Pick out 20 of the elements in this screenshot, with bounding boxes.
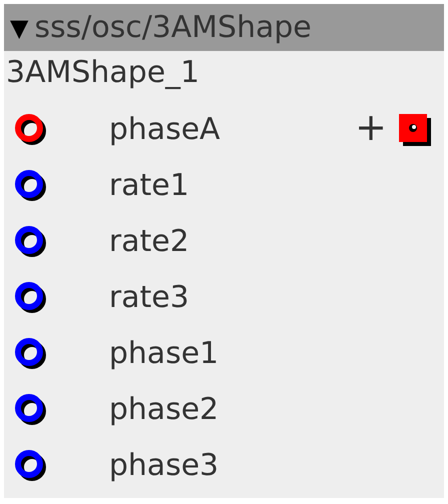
port-icon[interactable] — [13, 280, 49, 314]
input-label: rate2 — [109, 224, 190, 258]
port-icon[interactable] — [13, 168, 49, 202]
node-header[interactable]: ▼ sss/osc/3AMShape — [4, 4, 444, 51]
node-path: sss/osc/3AMShape — [34, 10, 312, 45]
port-icon[interactable] — [13, 392, 49, 426]
node-title: 3AMShape_1 — [5, 54, 201, 92]
add-button[interactable]: + — [355, 105, 387, 149]
input-label: rate1 — [109, 168, 190, 202]
input-label: phaseA — [109, 112, 220, 146]
port-icon[interactable] — [13, 336, 49, 370]
modulation-icon[interactable] — [398, 113, 432, 147]
collapse-arrow[interactable]: ▼ — [10, 14, 28, 42]
input-label: phase2 — [109, 392, 219, 426]
input-label: rate3 — [109, 280, 190, 314]
input-label: phase1 — [109, 336, 219, 370]
input-label: phase3 — [109, 448, 219, 482]
port-icon[interactable] — [13, 224, 49, 258]
port-icon[interactable] — [13, 448, 49, 482]
port-icon[interactable] — [13, 112, 49, 146]
